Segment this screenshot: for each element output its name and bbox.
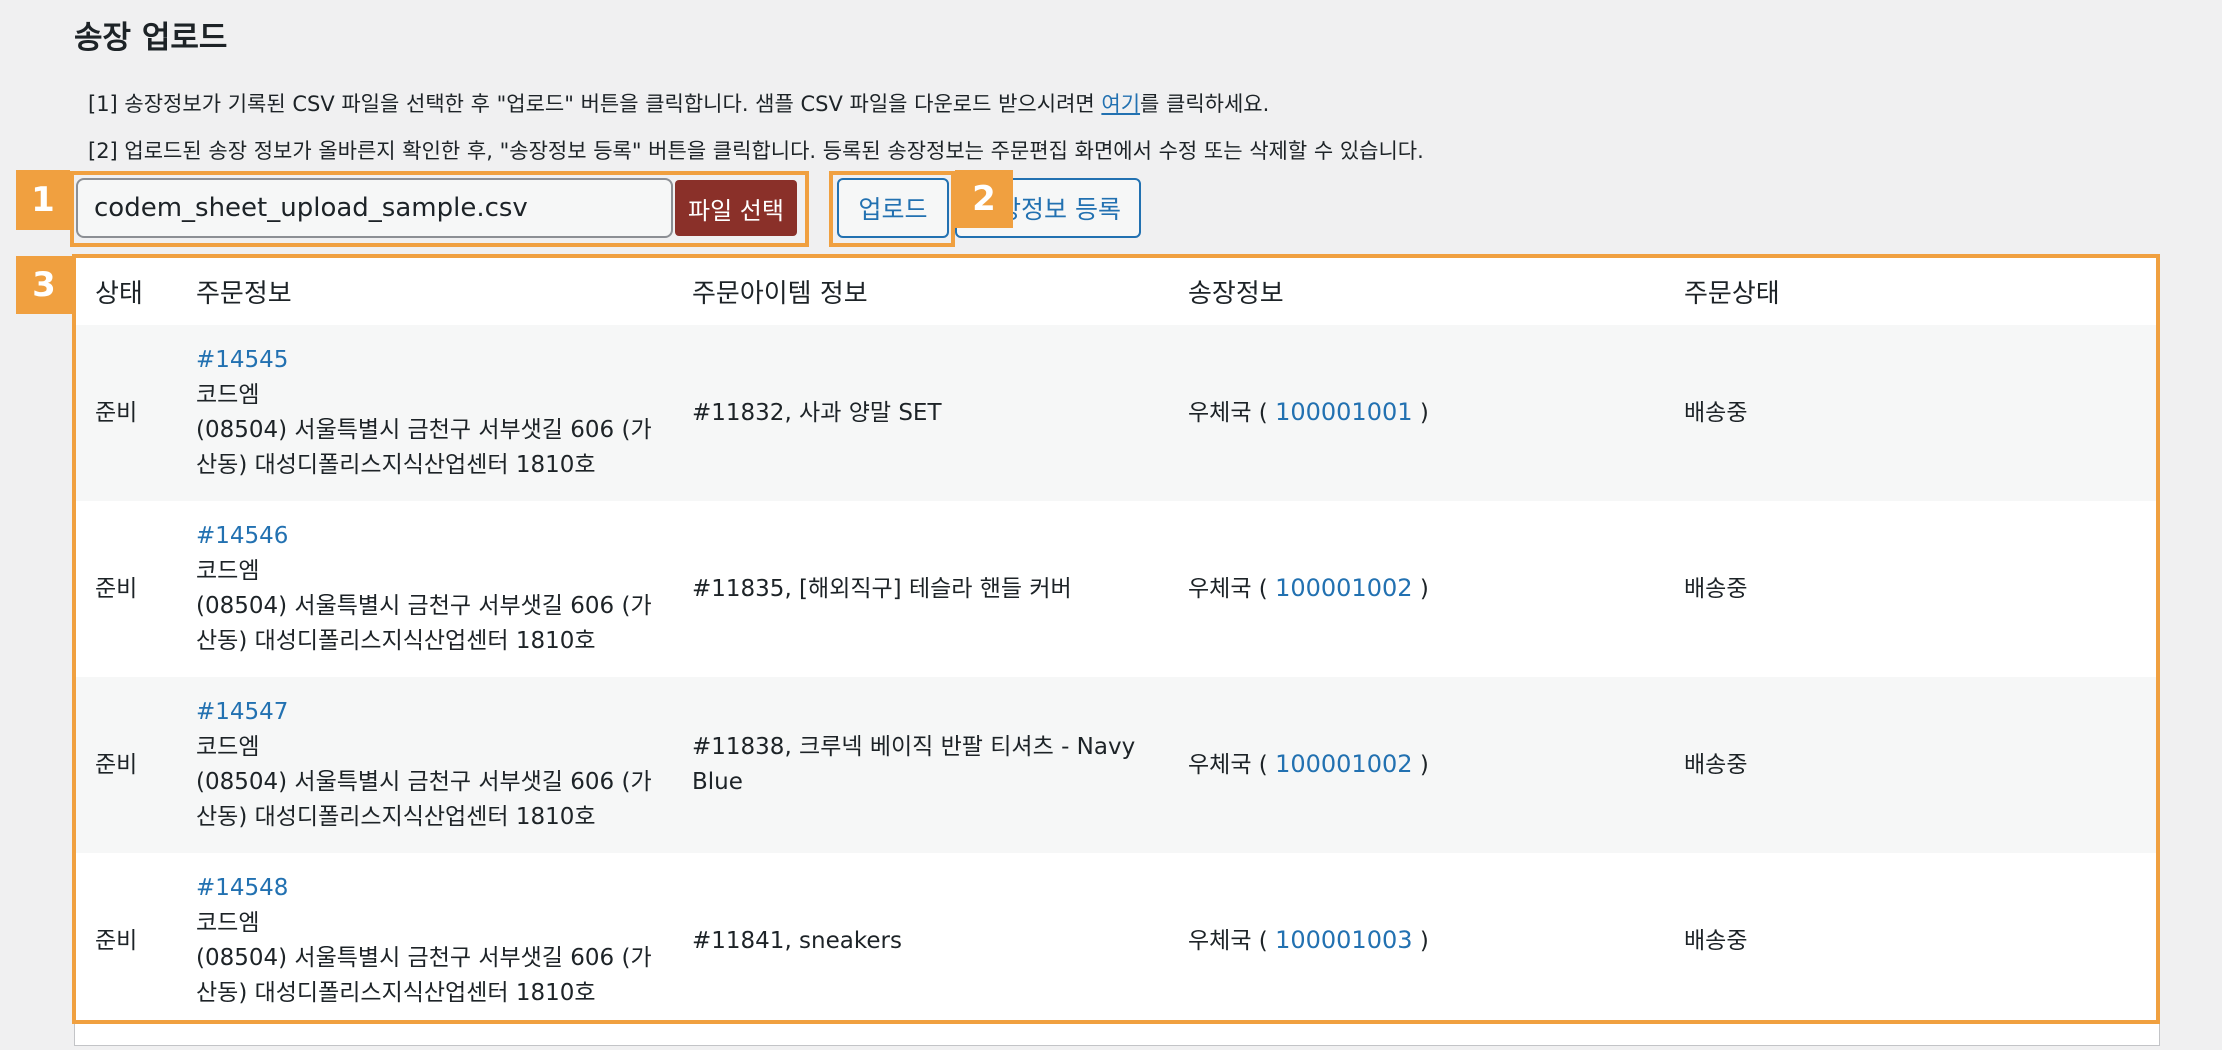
sample-download-link[interactable]: 여기 [1101,92,1140,116]
instruction-1-tail: 를 클릭하세요. [1140,92,1270,116]
instruction-line-1: [1] 송장정보가 기록된 CSV 파일을 선택한 후 "업로드" 버튼을 클릭… [88,88,1269,118]
step-badge-2: 2 [955,170,1013,228]
page-title: 송장 업로드 [74,20,228,56]
instruction-line-2: [2] 업로드된 송장 정보가 올바른지 확인한 후, "송장정보 등록" 버튼… [88,139,1424,163]
highlight-box-3 [72,254,2160,1024]
instruction-1-text: [1] 송장정보가 기록된 CSV 파일을 선택한 후 "업로드" 버튼을 클릭… [88,92,1102,116]
highlight-box-2 [829,171,955,247]
step-badge-3: 3 [16,256,72,314]
highlight-box-1 [70,171,809,247]
step-badge-1: 1 [16,170,70,230]
